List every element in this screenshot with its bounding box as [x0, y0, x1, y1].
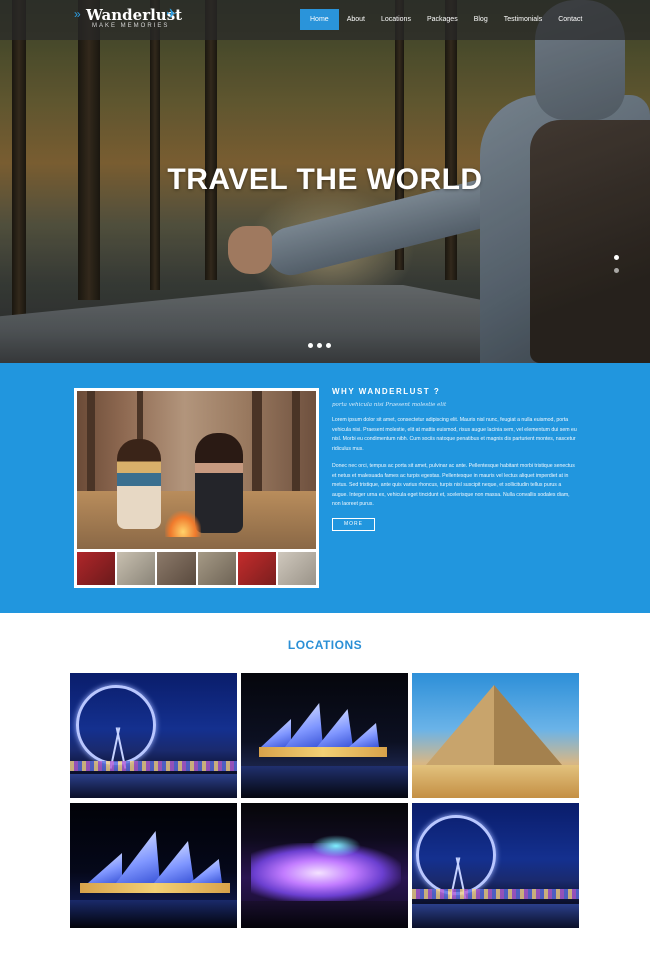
double-chevron-icon: »	[74, 7, 81, 21]
slider-dot[interactable]	[614, 268, 619, 273]
slider-side-pagination	[614, 255, 619, 273]
nav-item-testimonials[interactable]: Testimonials	[496, 9, 551, 30]
slider-dot[interactable]	[326, 343, 331, 348]
locations-heading: LOCATIONS	[287, 638, 363, 652]
why-photo-gallery	[74, 388, 319, 588]
slider-dot[interactable]	[614, 255, 619, 260]
main-nav: Home About Locations Packages Blog Testi…	[300, 9, 590, 30]
photo-person	[195, 433, 243, 533]
nav-item-packages[interactable]: Packages	[419, 9, 466, 30]
location-tile-niagara-falls[interactable]	[241, 803, 408, 928]
nav-item-contact[interactable]: Contact	[550, 9, 590, 30]
campfire	[165, 511, 201, 537]
slider-dot[interactable]	[317, 343, 322, 348]
photo-person	[117, 439, 161, 529]
brand-tagline: MAKE MEMORIES	[92, 23, 170, 29]
gallery-thumbnail[interactable]	[157, 552, 196, 585]
nav-item-about[interactable]: About	[339, 9, 373, 30]
why-paragraph: Donec nec orci, tempus ac porta sit amet…	[332, 463, 575, 507]
gallery-thumbnail[interactable]	[277, 552, 317, 585]
hero-banner: TRAVEL THE WORLD	[0, 0, 650, 363]
nav-item-locations[interactable]: Locations	[373, 9, 419, 30]
why-section: WHY WANDERLUST ? porta vehicula nisi Pra…	[0, 363, 650, 613]
airplane-icon: ✈	[166, 6, 177, 21]
nav-item-blog[interactable]: Blog	[466, 9, 496, 30]
why-heading: WHY WANDERLUST ?	[332, 387, 441, 396]
hero-title: TRAVEL THE WORLD	[167, 163, 483, 196]
location-tile-london-eye[interactable]	[412, 803, 579, 928]
nav-item-home[interactable]: Home	[300, 9, 339, 30]
location-tile-sydney-opera[interactable]	[241, 673, 408, 798]
slider-dot[interactable]	[308, 343, 313, 348]
slider-pagination	[308, 343, 331, 348]
gallery-thumbnail[interactable]	[117, 552, 156, 585]
navbar: » Wanderlust ✈ MAKE MEMORIES Home About …	[0, 0, 650, 40]
campfire-photo	[77, 391, 316, 549]
gallery-thumbnail[interactable]	[237, 552, 276, 585]
why-subheading: porta vehicula nisi Praesent molestie el…	[332, 402, 447, 408]
gallery-thumbnail[interactable]	[77, 552, 116, 585]
why-content: WHY WANDERLUST ? porta vehicula nisi Pra…	[332, 387, 577, 531]
location-tile-london-eye[interactable]	[70, 673, 237, 798]
location-tile-pyramid[interactable]	[412, 673, 579, 798]
gallery-thumbnail[interactable]	[197, 552, 236, 585]
more-button[interactable]: MORE	[332, 517, 375, 531]
location-tile-sydney-opera[interactable]	[70, 803, 237, 928]
thumbnail-strip	[77, 552, 317, 585]
why-paragraph: Lorem ipsum dolor sit amet, consectetur …	[332, 417, 577, 452]
